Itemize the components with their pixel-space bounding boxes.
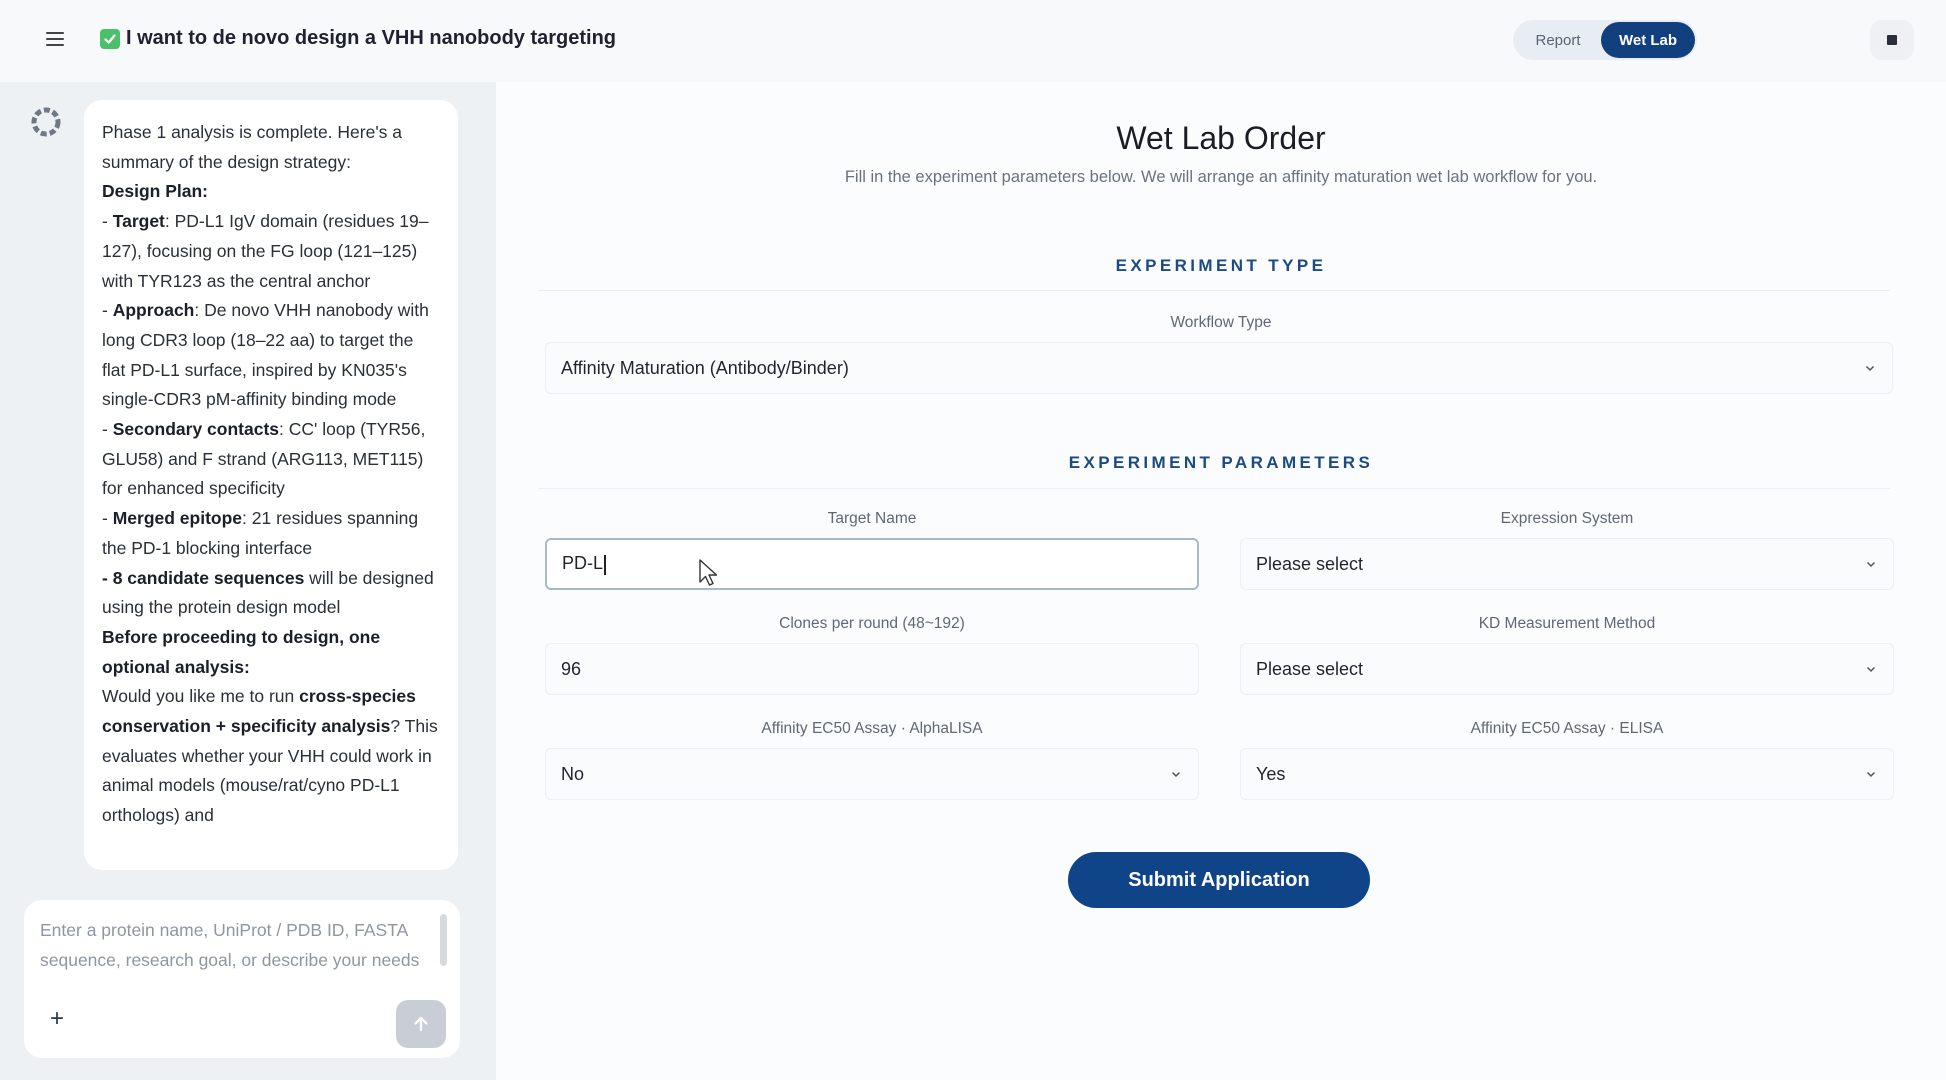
wet-lab-order-form: Wet Lab Order Fill in the experiment par… (496, 82, 1946, 1080)
kd-method-select[interactable]: Please select (1240, 643, 1894, 695)
tab-report[interactable]: Report (1515, 22, 1601, 58)
conversation-title: I want to de novo design a VHH nanobody … (100, 27, 616, 50)
assistant-message: Phase 1 analysis is complete. Here's a s… (84, 100, 458, 870)
bot-avatar-icon (31, 107, 61, 137)
tab-wet-lab[interactable]: Wet Lab (1601, 22, 1695, 58)
hamburger-menu-icon[interactable] (46, 30, 64, 48)
message-question-heading: Before proceeding to design, one optiona… (102, 626, 381, 677)
top-header: I want to de novo design a VHH nanobody … (0, 0, 1946, 82)
message-question: Would you like me to run cross-species c… (102, 686, 438, 826)
expression-system-select[interactable]: Please select (1240, 538, 1894, 590)
clones-per-round-label: Clones per round (48~192) (779, 615, 965, 632)
section-divider (538, 488, 1890, 489)
arrow-up-icon (414, 1016, 428, 1032)
elisa-label: Affinity EC50 Assay · ELISA (1470, 720, 1664, 737)
chevron-down-icon (1865, 365, 1875, 372)
kd-method-label: KD Measurement Method (1478, 615, 1656, 632)
elisa-select[interactable]: Yes (1240, 748, 1894, 800)
message-composer: + (24, 900, 460, 1058)
chat-input[interactable] (40, 916, 430, 986)
stop-icon (1887, 35, 1897, 45)
chevron-down-icon (1866, 666, 1876, 673)
composer-scrollbar[interactable] (440, 914, 447, 966)
plus-icon[interactable]: + (44, 1006, 70, 1032)
checkmark-icon (100, 28, 120, 49)
message-item: - Target: PD-L1 IgV domain (residues 19–… (102, 211, 429, 291)
alphalisa-select[interactable]: No (545, 748, 1199, 800)
alphalisa-label: Affinity EC50 Assay · AlphaLISA (761, 720, 983, 737)
target-name-label: Target Name (827, 510, 917, 527)
submit-application-button[interactable]: Submit Application (1068, 852, 1370, 908)
message-item: - Approach: De novo VHH nanobody with lo… (102, 300, 429, 410)
section-experiment-parameters: EXPERIMENT PARAMETERS (1068, 453, 1374, 472)
chevron-down-icon (1866, 561, 1876, 568)
message-item: - Secondary contacts: CC' loop (TYR56, G… (102, 419, 426, 499)
message-intro: Phase 1 analysis is complete. Here's a s… (102, 122, 403, 172)
send-button[interactable] (396, 1000, 446, 1048)
stop-button[interactable] (1870, 20, 1914, 60)
form-title: Wet Lab Order (1116, 120, 1326, 156)
message-item: - Merged epitope: 21 residues spanning t… (102, 508, 419, 558)
clones-per-round-input[interactable]: 96 (545, 643, 1199, 695)
chevron-down-icon (1866, 771, 1876, 778)
mouse-cursor-icon (699, 559, 718, 586)
workflow-type-select[interactable]: Affinity Maturation (Antibody/Binder) (545, 342, 1893, 394)
text-caret (604, 554, 606, 575)
section-experiment-type: EXPERIMENT TYPE (1115, 256, 1327, 275)
view-toggle: Report Wet Lab (1513, 20, 1697, 60)
message-item: - 8 candidate sequences will be designed… (102, 567, 434, 618)
workflow-type-label: Workflow Type (1170, 314, 1272, 331)
chevron-down-icon (1171, 771, 1181, 778)
expression-system-label: Expression System (1500, 510, 1634, 527)
chat-panel: Phase 1 analysis is complete. Here's a s… (0, 82, 496, 1080)
target-name-input[interactable]: PD-L (545, 538, 1199, 590)
message-plan-heading: Design Plan: (102, 181, 208, 202)
section-divider (538, 290, 1890, 291)
form-subtitle: Fill in the experiment parameters below.… (844, 168, 1598, 186)
page-title: I want to de novo design a VHH nanobody … (126, 27, 617, 49)
